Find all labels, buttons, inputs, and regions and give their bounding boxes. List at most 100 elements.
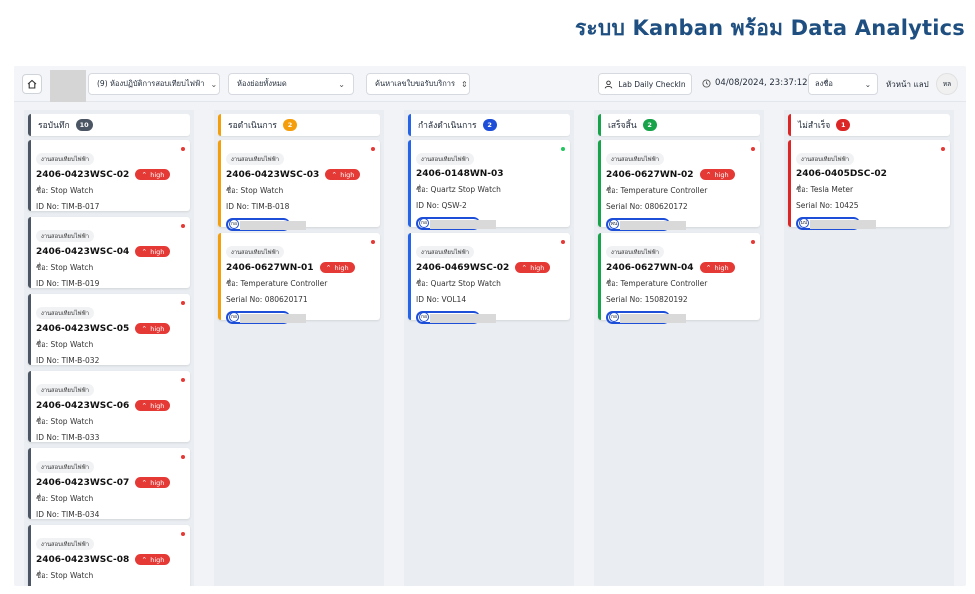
status-dot <box>561 147 565 151</box>
task-card[interactable]: งานสอบเทียบไฟฟ้า 2406-0423WSC-08 ⌃ high ชื่อ… <box>28 525 190 586</box>
assignee-initials: พน <box>609 219 619 229</box>
column-header: เสร็จสิ้น 2 <box>598 114 760 136</box>
chevron-updown-icon: ⇕ <box>461 79 468 89</box>
category-tag: งานสอบเทียบไฟฟ้า <box>606 153 665 165</box>
task-card[interactable]: งานสอบเทียบไฟฟ้า 2406-0423WSC-07 ⌃ high ชื่อ… <box>28 448 190 519</box>
chevron-up-icon: ⌃ <box>141 247 148 256</box>
chevron-up-icon: ⌃ <box>141 170 148 179</box>
column-title: เสร็จสิ้น <box>608 121 637 131</box>
job-code: 2406-0423WSC-08 <box>36 554 130 565</box>
assignee-name-redacted <box>810 219 876 229</box>
assignee-name-redacted <box>430 313 496 323</box>
item-id: Serial No: 080620172 <box>606 202 688 211</box>
task-card[interactable]: งานสอบเทียบไฟฟ้า 2406-0423WSC-06 ⌃ high ชื่อ… <box>28 371 190 442</box>
task-card[interactable]: งานสอบเทียบไฟฟ้า 2406-0627WN-01 ⌃ high ชื่อ:… <box>218 233 380 324</box>
priority-badge: ⌃ high <box>515 262 551 273</box>
item-name: ชื่อ: Stop Watch <box>36 494 94 503</box>
item-id: ID No: TIM-B-019 <box>36 279 100 288</box>
kanban-column: รอดำเนินการ 2 งานสอบเทียบไฟฟ้า 2406-0423WSC… <box>214 110 384 586</box>
priority-label: high <box>530 263 545 272</box>
assignee-initials: กอ <box>229 219 239 229</box>
assignee-pill: กอ <box>606 310 686 324</box>
job-code: 2406-0423WSC-06 <box>36 400 130 411</box>
kanban-column: ไม่สำเร็จ 1 งานสอบเทียบไฟฟ้า 2406-0405DSC-0… <box>784 110 954 586</box>
assignee-chip[interactable]: กอ <box>606 310 754 324</box>
subunit-select[interactable]: ห้องย่อยทั้งหมด ⌄ <box>228 73 354 95</box>
task-card[interactable]: งานสอบเทียบไฟฟ้า 2406-0405DSC-02 ชื่อ: Tes… <box>788 140 950 230</box>
status-dot <box>561 240 565 244</box>
search-request-value: ค้นหาเลขใบขอรับบริการ <box>375 79 455 88</box>
task-card[interactable]: งานสอบเทียบไฟฟ้า 2406-0148WN-03 ชื่อ: Quar… <box>408 140 570 230</box>
assignee-chip[interactable]: กอ <box>416 310 564 324</box>
item-id: ID No: TIM-B-017 <box>36 202 100 211</box>
item-name: ชื่อ: Quartz Stop Watch <box>416 279 501 288</box>
status-dot <box>371 240 375 244</box>
status-dot <box>751 147 755 151</box>
job-code: 2406-0423WSC-02 <box>36 169 130 180</box>
signout-label: ลงชื่อ <box>815 79 833 88</box>
assignee-initials: กอ <box>419 312 429 322</box>
item-id: Serial No: 10425 <box>796 201 859 210</box>
task-card[interactable]: งานสอบเทียบไฟฟ้า 2406-0627WN-04 ⌃ high ชื่อ:… <box>598 233 760 324</box>
item-name: ชื่อ: Tesla Meter <box>796 185 854 194</box>
task-card[interactable]: งานสอบเทียบไฟฟ้า 2406-0423WSC-02 ⌃ high ชื่อ… <box>28 140 190 211</box>
priority-label: high <box>150 324 165 333</box>
priority-badge: ⌃ high <box>135 169 171 180</box>
avatar[interactable]: หล <box>936 73 958 95</box>
task-card[interactable]: งานสอบเทียบไฟฟ้า 2406-0469WSC-02 ⌃ high ชื่อ… <box>408 233 570 324</box>
priority-badge: ⌃ high <box>135 400 171 411</box>
search-request-select[interactable]: ค้นหาเลขใบขอรับบริการ ⇕ <box>366 73 470 95</box>
assignee-chip[interactable]: กอ <box>226 217 374 231</box>
priority-label: high <box>150 555 165 564</box>
chevron-up-icon: ⌃ <box>141 401 148 410</box>
item-id: ID No: TIM-B-034 <box>36 510 100 519</box>
chevron-up-icon: ⌃ <box>141 478 148 487</box>
task-card[interactable]: งานสอบเทียบไฟฟ้า 2406-0423WSC-05 ⌃ high ชื่อ… <box>28 294 190 365</box>
chevron-down-icon: ⌄ <box>338 79 345 89</box>
subunit-select-value: ห้องย่อยทั้งหมด <box>237 79 287 88</box>
priority-badge: ⌃ high <box>319 262 355 273</box>
column-title: รอบันทึก <box>38 121 70 131</box>
assignee-chip[interactable]: มป <box>796 216 944 230</box>
column-header: กำลังดำเนินการ 2 <box>408 114 570 136</box>
status-dot <box>181 532 185 536</box>
task-card[interactable]: งานสอบเทียบไฟฟ้า 2406-0627WN-02 ⌃ high ชื่อ:… <box>598 140 760 231</box>
chevron-down-icon: ⌄ <box>210 79 218 89</box>
home-button[interactable] <box>22 74 42 94</box>
priority-label: high <box>150 247 165 256</box>
assignee-chip[interactable]: กอ <box>226 310 374 324</box>
category-tag: งานสอบเทียบไฟฟ้า <box>226 246 285 258</box>
category-tag: งานสอบเทียบไฟฟ้า <box>36 461 95 473</box>
category-tag: งานสอบเทียบไฟฟ้า <box>416 246 475 258</box>
task-card[interactable]: งานสอบเทียบไฟฟ้า 2406-0423WSC-03 ⌃ high ชื่อ… <box>218 140 380 231</box>
clock-icon <box>702 78 711 88</box>
lab-daily-checkin-button[interactable]: Lab Daily CheckIn <box>598 73 692 95</box>
item-name: ชื่อ: Temperature Controller <box>606 279 708 288</box>
assignee-name-redacted <box>620 313 686 323</box>
priority-label: high <box>150 401 165 410</box>
kanban-app: (9) ห้องปฏิบัติการสอบเทียบไฟฟ้า ⌄ ห้องย่… <box>14 66 966 586</box>
assignee-chip[interactable]: กอ <box>416 216 564 230</box>
kanban-column: กำลังดำเนินการ 2 งานสอบเทียบไฟฟ้า 2406-0148… <box>404 110 574 586</box>
item-id: Serial No: 080620171 <box>226 295 308 304</box>
assignee-pill: กอ <box>226 217 306 231</box>
item-id: Serial No: 150820192 <box>606 295 688 304</box>
priority-badge: ⌃ high <box>699 169 735 180</box>
item-name: ชื่อ: Stop Watch <box>226 186 284 195</box>
assignee-chip[interactable]: พน <box>606 217 754 231</box>
column-header: รอดำเนินการ 2 <box>218 114 380 136</box>
job-code: 2406-0627WN-01 <box>226 262 314 273</box>
task-card[interactable]: งานสอบเทียบไฟฟ้า 2406-0423WSC-04 ⌃ high ชื่อ… <box>28 217 190 288</box>
kanban-column: เสร็จสิ้น 2 งานสอบเทียบไฟฟ้า 2406-0627WN-02… <box>594 110 764 586</box>
assignee-name-redacted <box>240 313 306 323</box>
lab-select[interactable]: (9) ห้องปฏิบัติการสอบเทียบไฟฟ้า ⌄ <box>88 73 220 95</box>
column-header: รอบันทึก 10 <box>28 114 190 136</box>
status-dot <box>181 378 185 382</box>
priority-badge: ⌃ high <box>135 323 171 334</box>
assignee-initials: กอ <box>609 312 619 322</box>
assignee-name-redacted <box>430 219 496 229</box>
signout-select[interactable]: ลงชื่อ ⌄ <box>808 73 878 95</box>
job-code: 2406-0627WN-04 <box>606 262 694 273</box>
category-tag: งานสอบเทียบไฟฟ้า <box>606 246 665 258</box>
logo-placeholder <box>50 70 86 102</box>
